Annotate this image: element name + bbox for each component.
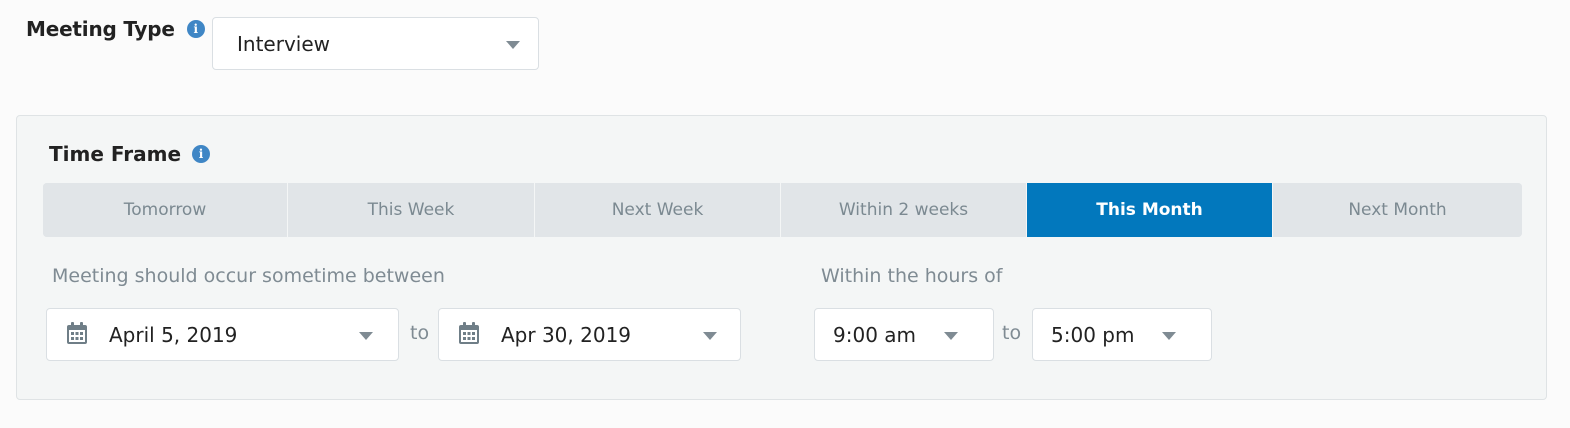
- meeting-type-select[interactable]: Interview: [212, 17, 539, 70]
- time-separator: to: [1002, 322, 1022, 344]
- end-date-picker[interactable]: Apr 30, 2019: [438, 308, 741, 361]
- meeting-type-row: Meeting Type i: [26, 17, 205, 41]
- time-frame-panel: Time Frame i Tomorrow This Week Next Wee…: [16, 115, 1547, 400]
- tab-label: This Week: [367, 200, 455, 220]
- time-frame-title: Time Frame: [49, 142, 182, 166]
- tab-this-week[interactable]: This Week: [288, 183, 535, 237]
- tab-label: Within 2 weeks: [838, 200, 969, 220]
- chevron-down-icon: [359, 331, 373, 340]
- hours-range-label: Within the hours of: [821, 265, 1003, 287]
- tab-within-2-weeks[interactable]: Within 2 weeks: [781, 183, 1027, 237]
- info-icon[interactable]: i: [186, 20, 205, 38]
- start-time-value: 9:00 am: [833, 322, 917, 347]
- start-time-select[interactable]: 9:00 am: [814, 308, 994, 361]
- tab-label: This Month: [1096, 200, 1203, 220]
- time-frame-header: Time Frame i: [49, 142, 211, 166]
- info-icon[interactable]: i: [192, 145, 211, 163]
- date-separator: to: [410, 322, 430, 344]
- end-time-select[interactable]: 5:00 pm: [1032, 308, 1212, 361]
- start-date-picker[interactable]: April 5, 2019: [46, 308, 399, 361]
- calendar-icon: [67, 322, 87, 344]
- tab-next-week[interactable]: Next Week: [535, 183, 781, 237]
- time-frame-tabs: Tomorrow This Week Next Week Within 2 we…: [43, 183, 1522, 237]
- meeting-type-label: Meeting Type: [26, 17, 175, 41]
- tab-label: Next Week: [611, 200, 704, 220]
- end-time-value: 5:00 pm: [1051, 322, 1135, 347]
- tab-label: Tomorrow: [123, 200, 207, 220]
- chevron-down-icon: [703, 331, 717, 340]
- tab-tomorrow[interactable]: Tomorrow: [43, 183, 288, 237]
- chevron-down-icon: [506, 40, 520, 49]
- tab-this-month[interactable]: This Month: [1027, 183, 1273, 237]
- date-range-label: Meeting should occur sometime between: [52, 265, 445, 287]
- calendar-icon: [459, 322, 479, 344]
- tab-next-month[interactable]: Next Month: [1273, 183, 1522, 237]
- chevron-down-icon: [944, 331, 958, 340]
- chevron-down-icon: [1162, 331, 1176, 340]
- meeting-type-value: Interview: [237, 31, 330, 56]
- end-date-value: Apr 30, 2019: [501, 322, 632, 347]
- tab-label: Next Month: [1348, 200, 1447, 220]
- start-date-value: April 5, 2019: [109, 322, 238, 347]
